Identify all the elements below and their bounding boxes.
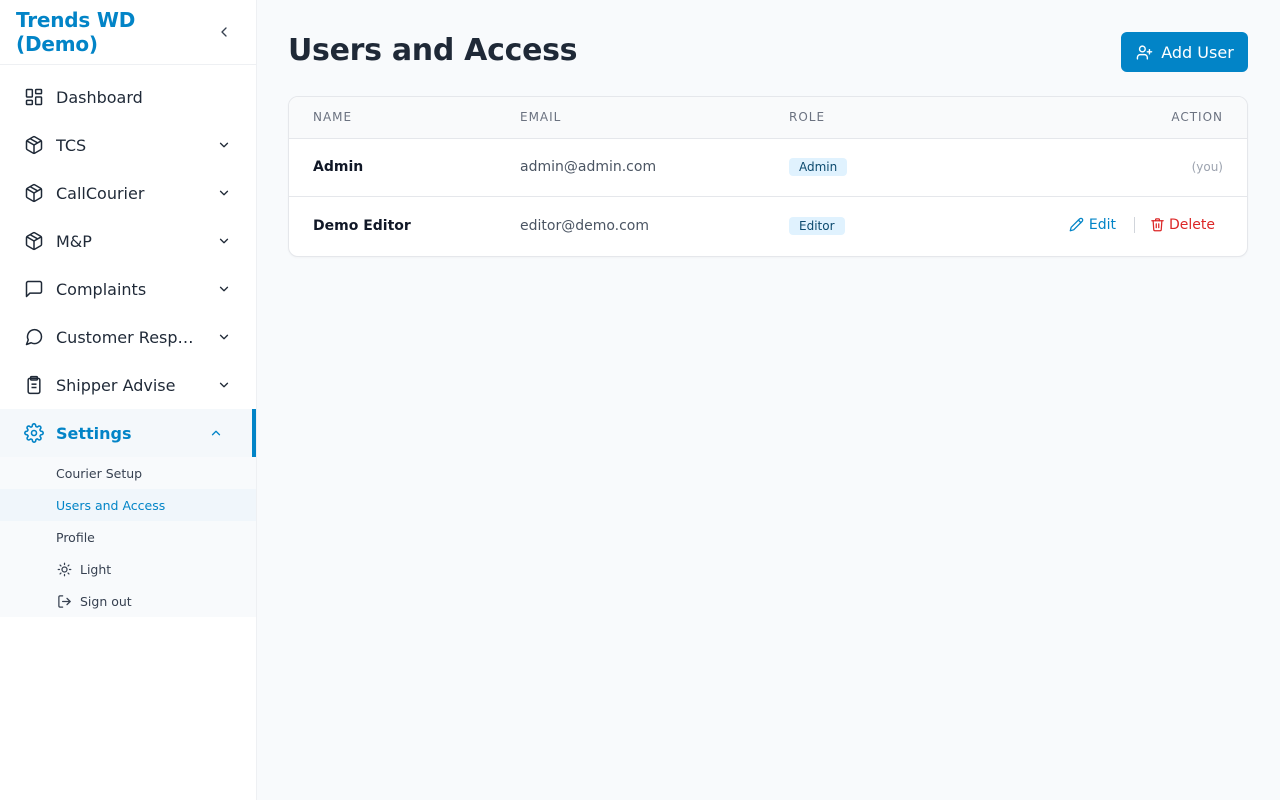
user-plus-icon xyxy=(1135,43,1153,61)
clipboard-list-icon xyxy=(24,375,44,395)
chevron-down-icon xyxy=(216,137,232,153)
add-user-button[interactable]: Add User xyxy=(1121,32,1248,72)
sidebar-item-tcs[interactable]: TCS xyxy=(0,121,256,169)
user-name: Demo Editor xyxy=(313,218,411,235)
dashboard-icon xyxy=(24,87,44,107)
sidebar-item-shipper-advise[interactable]: Shipper Advise xyxy=(0,361,256,409)
main-content: Users and Access Add User NAME EMAIL ROL… xyxy=(257,0,1280,800)
sidebar-item-callcourier[interactable]: CallCourier xyxy=(0,169,256,217)
sun-icon xyxy=(56,561,72,577)
chevron-down-icon xyxy=(216,281,232,297)
package-icon xyxy=(24,183,44,203)
sidebar-item-settings[interactable]: Settings xyxy=(0,409,256,457)
table-header-row: NAME EMAIL ROLE ACTION xyxy=(289,97,1247,139)
trash-icon xyxy=(1149,217,1165,233)
submenu-item-profile[interactable]: Profile xyxy=(0,521,256,553)
delete-label: Delete xyxy=(1169,216,1215,233)
table-row: Admin admin@admin.com Admin (you) xyxy=(289,138,1247,197)
chevron-down-icon xyxy=(216,377,232,393)
sidebar-item-dashboard[interactable]: Dashboard xyxy=(0,73,256,121)
theme-label: Light xyxy=(80,561,112,577)
action-cell: (you) xyxy=(965,138,1247,197)
collapse-sidebar-button[interactable] xyxy=(215,22,234,42)
sidebar-item-complaints[interactable]: Complaints xyxy=(0,265,256,313)
chevron-left-icon xyxy=(221,27,228,37)
sidebar: Trends WD (Demo) Dashboard TCS CallCouri… xyxy=(0,0,257,800)
edit-user-button[interactable]: Edit xyxy=(1069,217,1116,233)
submenu-item-users-and-access[interactable]: Users and Access xyxy=(0,489,256,521)
users-table: NAME EMAIL ROLE ACTION Admin admin@admin… xyxy=(289,97,1247,256)
submenu-item-courier-setup[interactable]: Courier Setup xyxy=(0,457,256,489)
action-divider xyxy=(1134,216,1135,233)
sidebar-item-label: Dashboard xyxy=(56,87,143,107)
user-name: Admin xyxy=(289,138,496,197)
role-badge: Editor xyxy=(789,217,845,236)
theme-toggle[interactable]: Light xyxy=(0,553,256,585)
user-email: editor@demo.com xyxy=(520,218,650,235)
chevron-up-icon xyxy=(208,425,224,441)
add-user-label: Add User xyxy=(1161,42,1234,62)
role-cell: Editor xyxy=(765,196,965,256)
column-header-name: NAME xyxy=(289,97,496,139)
message-square-icon xyxy=(24,279,44,299)
chevron-down-icon xyxy=(216,329,232,345)
sign-out-label: Sign out xyxy=(80,593,132,609)
column-header-role: ROLE xyxy=(765,97,965,139)
sign-out-button[interactable]: Sign out xyxy=(0,585,256,617)
delete-user-button[interactable]: Delete xyxy=(1149,217,1215,233)
gear-icon xyxy=(24,423,44,443)
sidebar-item-label: Settings xyxy=(56,423,132,443)
action-cell: Edit Delete xyxy=(965,196,1247,256)
role-cell: Admin xyxy=(765,138,965,197)
package-icon xyxy=(24,231,44,251)
sidebar-item-label: Customer Responses xyxy=(56,327,198,347)
message-circle-icon xyxy=(24,327,44,347)
log-out-icon xyxy=(56,593,72,609)
chevron-down-icon xyxy=(216,185,232,201)
chevron-down-icon xyxy=(216,233,232,249)
column-header-action: ACTION xyxy=(965,97,1247,139)
brand-header: Trends WD (Demo) xyxy=(0,0,256,65)
user-email: admin@admin.com xyxy=(496,138,765,197)
sidebar-item-label: Complaints xyxy=(56,279,147,299)
sidebar-item-label: CallCourier xyxy=(56,183,145,203)
role-badge: Admin xyxy=(789,158,848,176)
sidebar-item-label: TCS xyxy=(56,135,87,155)
column-header-email: EMAIL xyxy=(496,97,765,139)
current-user-note: (you) xyxy=(1191,160,1223,174)
row-actions: Edit Delete xyxy=(1069,216,1223,233)
users-table-card: NAME EMAIL ROLE ACTION Admin admin@admin… xyxy=(288,96,1248,257)
pencil-icon xyxy=(1069,217,1085,233)
brand-title: Trends WD (Demo) xyxy=(16,8,136,56)
sidebar-item-customer-responses[interactable]: Customer Responses xyxy=(0,313,256,361)
settings-submenu: Courier Setup Users and Access Profile L… xyxy=(0,457,256,617)
edit-label: Edit xyxy=(1088,216,1116,233)
sidebar-item-label: Shipper Advise xyxy=(56,375,176,395)
page-title: Users and Access xyxy=(288,33,578,68)
sidebar-nav: Dashboard TCS CallCourier M&P Complaints… xyxy=(0,65,256,617)
package-icon xyxy=(24,135,44,155)
sidebar-item-label: M&P xyxy=(56,231,92,251)
table-row: Demo Editor editor@demo.com Editor Edit xyxy=(289,196,1247,256)
sidebar-item-mp[interactable]: M&P xyxy=(0,217,256,265)
